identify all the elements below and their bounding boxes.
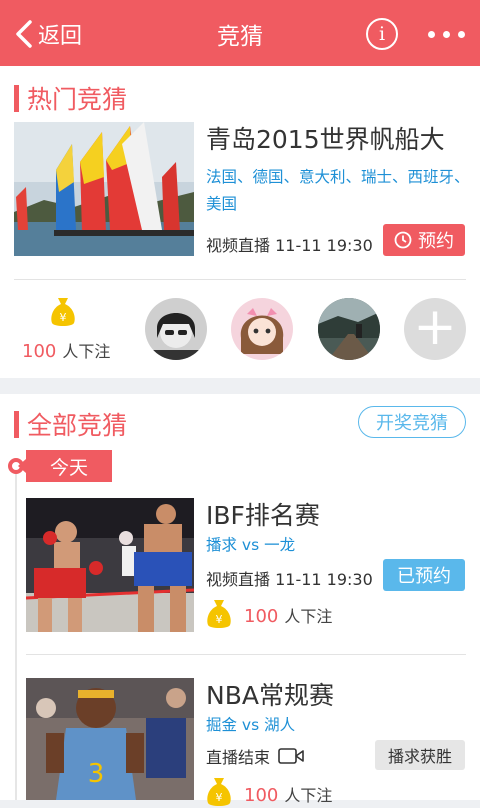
nba-thumbnail[interactable]: 3 <box>26 678 194 800</box>
hot-event-teams: 法国、德国、意大利、瑞士、西班牙、美国 <box>206 168 470 213</box>
header-bar: 返回 竞猜 i <box>0 0 480 66</box>
hot-event-meta: 视频直播 11-11 19:30 <box>206 236 373 255</box>
boxing-thumbnail[interactable] <box>26 498 194 632</box>
avatar[interactable] <box>231 298 293 360</box>
video-camera-icon <box>278 748 304 764</box>
hot-section: 热门竞猜 青岛2015世界帆船大 法国、德国、意大利、瑞士、西班牙、美国 视频直… <box>0 66 480 378</box>
all-section-title: 全部竞猜 <box>14 406 127 442</box>
page-title: 竞猜 <box>217 24 263 50</box>
reserve-button[interactable]: 预约 <box>383 224 465 256</box>
event-bet-count: 100 人下注 <box>244 606 333 627</box>
more-icon[interactable] <box>428 31 465 38</box>
result-badge: 播求获胜 <box>375 740 465 770</box>
sailing-thumbnail[interactable] <box>14 122 194 256</box>
lottery-button[interactable]: 开奖竞猜 <box>358 406 466 438</box>
clock-icon <box>394 231 412 249</box>
svg-text:3: 3 <box>88 759 105 789</box>
money-bag-icon: ¥ <box>51 298 75 326</box>
event-meta: 直播结束 <box>206 744 304 768</box>
divider <box>14 279 466 280</box>
svg-text:¥: ¥ <box>216 791 223 804</box>
event-teams: 播求 vs 一龙 <box>206 536 296 554</box>
svg-text:¥: ¥ <box>216 613 223 626</box>
money-bag-icon: ¥ <box>207 600 231 628</box>
avatar[interactable] <box>145 298 207 360</box>
timeline-line <box>15 466 17 800</box>
event-teams: 掘金 vs 湖人 <box>206 716 296 734</box>
event-title[interactable]: IBF排名赛 <box>206 496 320 532</box>
event-title[interactable]: NBA常规赛 <box>206 676 334 712</box>
info-icon[interactable]: i <box>366 18 398 50</box>
hot-section-title: 热门竞猜 <box>14 80 127 116</box>
add-icon[interactable]: + <box>404 298 466 360</box>
event-bet-count: 100 人下注 <box>244 785 333 806</box>
hot-bet-count: 100 人下注 <box>22 341 111 362</box>
divider <box>26 654 466 655</box>
today-tag: 今天 <box>18 450 112 482</box>
reserved-button[interactable]: 已预约 <box>383 559 465 591</box>
avatar[interactable] <box>318 298 380 360</box>
money-bag-icon: ¥ <box>207 778 231 806</box>
hot-event-title[interactable]: 青岛2015世界帆船大 <box>206 120 445 156</box>
svg-text:¥: ¥ <box>60 311 67 324</box>
event-meta: 视频直播 11-11 19:30 <box>206 570 373 589</box>
